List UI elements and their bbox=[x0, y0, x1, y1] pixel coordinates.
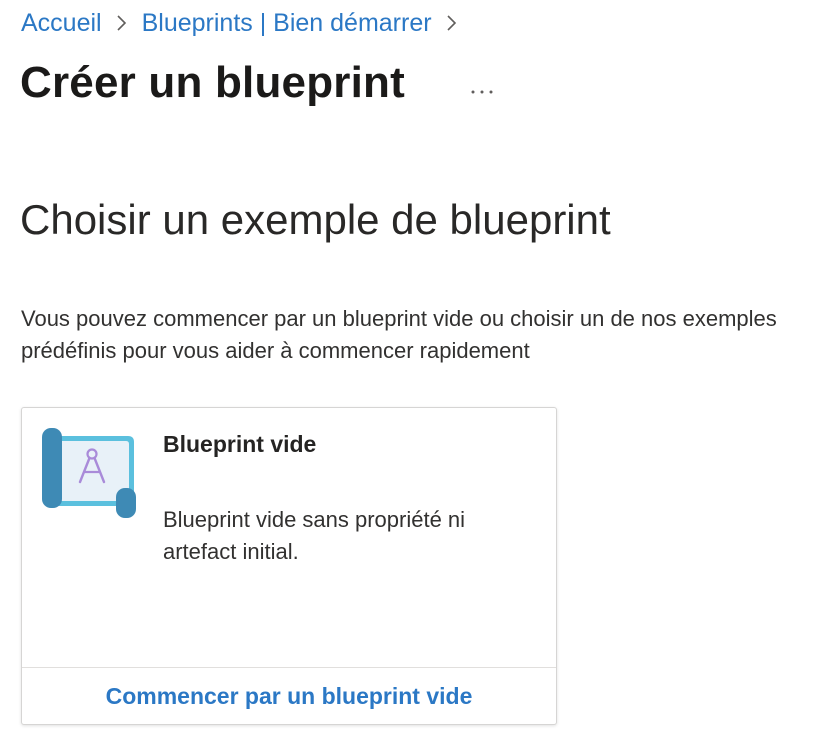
chevron-right-icon bbox=[116, 14, 128, 32]
more-options-button[interactable] bbox=[462, 72, 502, 108]
card-description: Blueprint vide sans propriété ni artefac… bbox=[163, 507, 466, 564]
section-description: Vous pouvez commencer par un blueprint v… bbox=[21, 306, 777, 363]
chevron-right-icon bbox=[446, 14, 458, 32]
breadcrumb-item-blueprints[interactable]: Blueprints | Bien démarrer bbox=[142, 9, 432, 38]
section-title: Choisir un exemple de blueprint bbox=[20, 196, 611, 243]
blank-blueprint-card[interactable]: Blueprint vide Blueprint vide sans propr… bbox=[21, 407, 557, 725]
card-title: Blueprint vide bbox=[163, 431, 317, 457]
breadcrumb: Accueil Blueprints | Bien démarrer bbox=[21, 6, 472, 40]
start-blank-blueprint-button[interactable]: Commencer par un blueprint vide bbox=[22, 668, 556, 724]
ellipsis-icon bbox=[470, 83, 494, 98]
breadcrumb-item-accueil[interactable]: Accueil bbox=[21, 9, 102, 38]
blueprint-scroll-compass-icon bbox=[40, 426, 138, 522]
page-title: Créer un blueprint bbox=[20, 58, 405, 107]
